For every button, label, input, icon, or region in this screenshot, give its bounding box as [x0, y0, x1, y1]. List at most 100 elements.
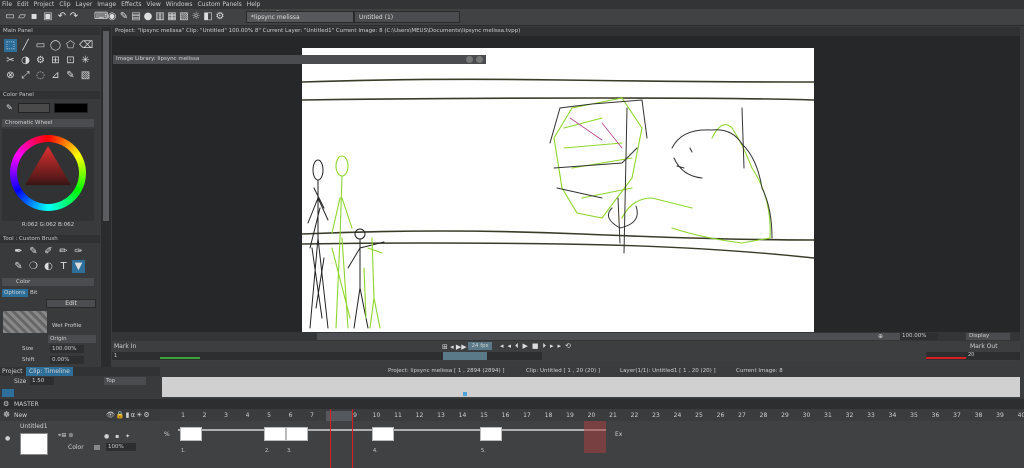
- tab-document[interactable]: *lipsync melissa: [246, 11, 354, 23]
- tl-size-field[interactable]: 1.50: [30, 377, 54, 385]
- chromatic-wheel-select[interactable]: Chromatic Wheel: [2, 119, 94, 127]
- lasso-icon[interactable]: ✂: [4, 54, 17, 67]
- new-layer-label[interactable]: New: [14, 412, 27, 419]
- smudge-icon[interactable]: ◐: [42, 260, 55, 273]
- eraser-icon[interactable]: ⌫: [79, 39, 93, 52]
- drawing-canvas[interactable]: [302, 48, 814, 332]
- origin-select[interactable]: Origin: [48, 335, 96, 343]
- transport-buttons[interactable]: ◂◂⏴▶■⏵▸▸⟲: [500, 342, 575, 351]
- panel-scrollbar[interactable]: [101, 27, 111, 367]
- color-slot-a[interactable]: [18, 103, 50, 113]
- frame-number[interactable]: 6: [286, 412, 296, 419]
- frame-number[interactable]: 30: [802, 412, 812, 419]
- settings-icon[interactable]: ⚙: [214, 11, 226, 23]
- pentagon-icon[interactable]: ⬠: [64, 39, 77, 52]
- panel-icon[interactable]: ▧: [178, 11, 190, 23]
- fps-slider[interactable]: [443, 352, 487, 360]
- keyboard-icon[interactable]: ⌨: [94, 11, 108, 23]
- brush-icon[interactable]: ✎: [118, 11, 130, 23]
- zoom-field[interactable]: 100.00%: [900, 333, 938, 340]
- frame-number[interactable]: 10: [372, 412, 382, 419]
- zoom-icon[interactable]: ⊕: [878, 333, 883, 340]
- lighttable-icon[interactable]: ☼: [190, 11, 202, 23]
- scrollbar-thumb[interactable]: [103, 31, 109, 221]
- layer-row[interactable]: Untitled1 ● ⌖⊞ ⊛ ● ▪ ✦ Color 100%: [0, 421, 160, 468]
- timeline-overview[interactable]: [162, 377, 1020, 397]
- frame-number[interactable]: 15: [479, 412, 489, 419]
- fill-icon[interactable]: ◑: [19, 54, 32, 67]
- frame-number[interactable]: 13: [436, 412, 446, 419]
- layer-flags-icons[interactable]: ● ▪ ✦: [104, 433, 132, 440]
- line-icon[interactable]: ╱: [19, 39, 32, 52]
- frame-number[interactable]: 23: [651, 412, 661, 419]
- frame-number[interactable]: 5: [264, 412, 274, 419]
- frame-number[interactable]: 11: [393, 412, 403, 419]
- menu-item[interactable]: Effects: [121, 1, 141, 8]
- frame-number[interactable]: 26: [716, 412, 726, 419]
- tl-top-select[interactable]: Top: [104, 377, 146, 385]
- frame-number[interactable]: 4: [243, 412, 253, 419]
- frame-thumbnail[interactable]: [286, 427, 308, 441]
- new-icon[interactable]: ▭: [4, 11, 16, 23]
- frame-number[interactable]: 12: [415, 412, 425, 419]
- open-icon[interactable]: ▱: [16, 11, 28, 23]
- script-icon[interactable]: ▥: [154, 11, 166, 23]
- hscroll-thumb[interactable]: [317, 333, 917, 340]
- layer-color-swatch[interactable]: [94, 445, 100, 450]
- brush-icon-b[interactable]: ✎: [12, 260, 25, 273]
- layer-opacity-field[interactable]: 100%: [106, 443, 136, 451]
- layer-name[interactable]: Untitled1: [20, 423, 48, 430]
- frame-number[interactable]: 39: [995, 412, 1005, 419]
- layer-visible-icon[interactable]: ●: [5, 435, 10, 442]
- library-close-icon[interactable]: [476, 56, 483, 63]
- crop-icon[interactable]: ⊡: [64, 54, 77, 67]
- marker-icon[interactable]: ✑: [72, 245, 85, 258]
- effects-icon[interactable]: ⊗: [4, 69, 17, 82]
- frame-number[interactable]: 1: [178, 412, 188, 419]
- frame-number[interactable]: 17: [522, 412, 532, 419]
- play-controls[interactable]: ⊞ ◂ ▶▶: [442, 343, 467, 351]
- star-icon[interactable]: ✳: [79, 54, 92, 67]
- size-field[interactable]: 100.00%: [50, 345, 84, 353]
- tab-options[interactable]: Options: [2, 289, 28, 297]
- water-icon[interactable]: ❍: [27, 260, 40, 273]
- undo-icon[interactable]: ↶: [56, 11, 68, 23]
- tab-project[interactable]: Project: [2, 368, 23, 375]
- pen-icon[interactable]: ✒: [12, 245, 25, 258]
- menu-item[interactable]: Custom Panels: [198, 1, 242, 8]
- frame-number[interactable]: 36: [931, 412, 941, 419]
- tab-bit[interactable]: Bit: [30, 289, 44, 297]
- frame-number[interactable]: 37: [952, 412, 962, 419]
- menu-item[interactable]: Windows: [166, 1, 193, 8]
- frame-number[interactable]: 2: [200, 412, 210, 419]
- image-library-title[interactable]: Image Library: lipsync melissa: [113, 55, 486, 64]
- brush-icon-a[interactable]: ✎: [27, 245, 40, 258]
- text-icon[interactable]: T: [57, 260, 70, 273]
- save-icon[interactable]: ▪: [28, 11, 40, 23]
- frame-number[interactable]: 21: [608, 412, 618, 419]
- canvas-hscroll[interactable]: [112, 332, 1020, 341]
- frame-number[interactable]: 31: [823, 412, 833, 419]
- menu-item[interactable]: View: [146, 1, 160, 8]
- frame-number[interactable]: 40: [1017, 412, 1024, 419]
- menu-item[interactable]: Layer: [76, 1, 93, 8]
- mark-in-label[interactable]: Mark In: [114, 343, 136, 350]
- color-mode-select[interactable]: Color: [2, 278, 94, 286]
- frame-number[interactable]: 34: [888, 412, 898, 419]
- menu-item[interactable]: Project: [34, 1, 55, 8]
- warp-icon[interactable]: ◌: [34, 69, 47, 82]
- text-tool-icon[interactable]: ⊿: [49, 69, 62, 82]
- tl-option-toggle[interactable]: [2, 389, 14, 397]
- frame-number[interactable]: 22: [630, 412, 640, 419]
- tab-clip-timeline[interactable]: Clip: Timeline: [26, 367, 73, 376]
- frame-number[interactable]: 24: [673, 412, 683, 419]
- frame-thumbnail[interactable]: [372, 427, 394, 441]
- frame-number[interactable]: 35: [909, 412, 919, 419]
- fps-field[interactable]: 24 fps: [468, 342, 492, 350]
- frame-number[interactable]: 19: [565, 412, 575, 419]
- bulb-icon[interactable]: ●: [142, 11, 154, 23]
- mirror-icon[interactable]: ◧: [202, 11, 214, 23]
- snapshot-icon[interactable]: ▣: [42, 11, 54, 23]
- frame-number[interactable]: 3: [221, 412, 231, 419]
- frame-thumbnail[interactable]: [264, 427, 286, 441]
